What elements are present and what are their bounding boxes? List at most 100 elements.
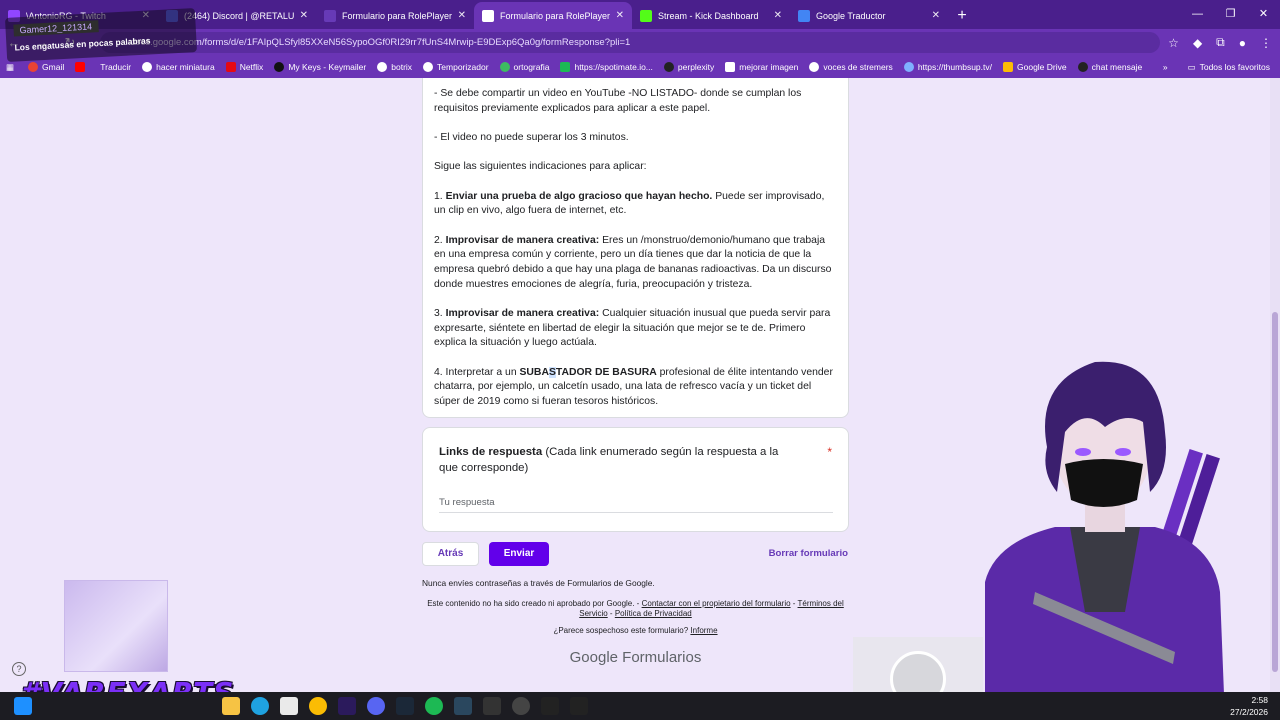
item-number: 1. bbox=[434, 190, 443, 202]
close-tab-icon[interactable]: ✕ bbox=[300, 10, 308, 21]
bookmark-label: https://thumbsup.tv/ bbox=[917, 62, 992, 72]
menu-icon[interactable]: ⋮ bbox=[1260, 36, 1272, 50]
apps-grid-icon[interactable]: ▦ bbox=[6, 62, 14, 73]
scrollbar-thumb[interactable] bbox=[1272, 312, 1278, 672]
page-scrollbar[interactable] bbox=[1270, 78, 1280, 692]
app-icon[interactable] bbox=[541, 697, 559, 715]
submit-button[interactable]: Enviar bbox=[489, 542, 549, 566]
tab-title: Formulario para RolePlayers EU bbox=[342, 10, 452, 21]
face-mask bbox=[1065, 459, 1143, 507]
clear-form-button[interactable]: Borrar formulario bbox=[748, 542, 848, 566]
spotify-icon[interactable] bbox=[425, 697, 443, 715]
back-button[interactable]: Atrás bbox=[422, 542, 479, 566]
bookmark-star-icon[interactable]: ☆ bbox=[1168, 36, 1179, 50]
bookmark-perplexity[interactable]: perplexity bbox=[663, 62, 715, 72]
edge-icon[interactable] bbox=[251, 697, 269, 715]
legal-disclaimer: Este contenido no ha sido creado ni apro… bbox=[427, 599, 844, 618]
windows-start-icon[interactable] bbox=[14, 697, 32, 715]
bookmark-label: https://spotimate.io... bbox=[574, 62, 653, 72]
app-icon[interactable] bbox=[570, 697, 588, 715]
forms-icon bbox=[324, 9, 336, 22]
bookmark-temporizador[interactable]: Temporizador bbox=[423, 62, 489, 72]
extension-icon[interactable]: ◆ bbox=[1193, 36, 1202, 50]
help-icon[interactable]: ? bbox=[12, 662, 26, 676]
bookmark-label: perplexity bbox=[677, 62, 715, 72]
vtuber-avatar bbox=[985, 361, 1225, 720]
question-label: Links de respuesta (Cada link enumerado … bbox=[439, 444, 799, 476]
premiere-icon[interactable] bbox=[338, 697, 356, 715]
forms-wordmark: Formularios bbox=[622, 649, 702, 666]
privacy-link[interactable]: Política de Privacidad bbox=[615, 609, 692, 618]
profile-icon[interactable]: ● bbox=[1239, 36, 1246, 50]
new-tab-button[interactable]: + bbox=[948, 2, 976, 29]
bookmark-label: ortografia bbox=[513, 62, 550, 72]
required-asterisk: * bbox=[827, 445, 832, 459]
contact-owner-link[interactable]: Contactar con el propietario del formula… bbox=[642, 599, 791, 608]
bookmark-ortografia[interactable]: ortografia bbox=[499, 62, 550, 72]
store-icon[interactable] bbox=[280, 697, 298, 715]
report-link[interactable]: Informe bbox=[690, 626, 717, 635]
close-window-icon[interactable]: ✕ bbox=[1247, 0, 1280, 29]
tab-title: (2464) Discord | @RETALURGIC bbox=[184, 10, 294, 21]
clock-date: 27/2/2026 bbox=[1230, 707, 1268, 717]
chrome-icon[interactable] bbox=[309, 697, 327, 715]
bookmark-label: Gmail bbox=[42, 62, 65, 72]
tab-form-2-active[interactable]: Formulario para RolePlayers EU ✕ bbox=[474, 2, 632, 29]
app-icon[interactable] bbox=[483, 697, 501, 715]
os-taskbar: 2:58 27/2/2026 bbox=[0, 692, 1280, 720]
restore-icon[interactable]: ❐ bbox=[1214, 0, 1247, 29]
system-clock[interactable]: 2:58 27/2/2026 bbox=[1230, 694, 1268, 718]
close-tab-icon[interactable]: ✕ bbox=[932, 10, 940, 21]
item-title-part: SUBA bbox=[519, 366, 549, 378]
close-tab-icon[interactable]: ✕ bbox=[458, 10, 466, 21]
bookmark-chat-mensaje[interactable]: chat mensaje bbox=[1077, 62, 1143, 72]
forms-icon bbox=[482, 9, 494, 22]
bookmark-keymailer[interactable]: My Keys - Keymailer bbox=[274, 62, 366, 72]
password-warning: Nunca envíes contraseñas a través de For… bbox=[422, 578, 655, 588]
bookmark-traducir[interactable]: Traducir bbox=[100, 62, 131, 72]
report-line: ¿Parece sospechoso este formulario? Info… bbox=[422, 626, 849, 635]
google-forms-logo[interactable]: Google Formularios bbox=[422, 649, 849, 666]
address-bar[interactable]: docs.google.com/forms/d/e/1FAIpQLSfyl85X… bbox=[100, 32, 1160, 53]
bookmark-miniatura[interactable]: hacer miniatura bbox=[142, 62, 215, 72]
close-tab-icon[interactable]: ✕ bbox=[774, 10, 782, 21]
all-bookmarks[interactable]: » ▭ Todos los favoritos bbox=[1163, 56, 1270, 78]
bookmark-botrix[interactable]: botrix bbox=[377, 62, 412, 72]
tab-kick[interactable]: Stream - Kick Dashboard ✕ bbox=[632, 2, 790, 29]
instruction-1: 1. Enviar una prueba de algo gracioso qu… bbox=[434, 190, 837, 219]
bookmark-voces[interactable]: voces de stremers bbox=[809, 62, 893, 72]
bookmark-netflix[interactable]: Netflix bbox=[225, 62, 263, 72]
discord-taskbar-icon[interactable] bbox=[367, 697, 385, 715]
left-eye bbox=[1075, 448, 1091, 456]
item-number: 3. bbox=[434, 308, 443, 319]
window-controls: — ❐ ✕ bbox=[1181, 0, 1280, 29]
bookmark-label: My Keys - Keymailer bbox=[288, 62, 367, 72]
bookmark-label: chat mensaje bbox=[1091, 62, 1143, 72]
close-tab-icon[interactable]: ✕ bbox=[616, 10, 624, 21]
tab-translate[interactable]: Google Traductor ✕ bbox=[790, 2, 948, 29]
bookmark-thumbsup[interactable]: https://thumbsup.tv/ bbox=[903, 62, 992, 72]
extensions-puzzle-icon[interactable]: ⧉ bbox=[1216, 35, 1225, 50]
form-description-card: - Se debe compartir un video en YouTube … bbox=[422, 78, 849, 418]
bookmark-label: Traducir bbox=[100, 62, 132, 72]
bookmark-gmail[interactable]: Gmail bbox=[28, 62, 64, 72]
bookmark-youtube[interactable] bbox=[75, 62, 89, 72]
file-explorer-icon[interactable] bbox=[222, 697, 240, 715]
steam-icon[interactable] bbox=[396, 697, 414, 715]
chat-message: Los engatusas en pocas palabras bbox=[14, 35, 151, 53]
steam-alt-icon[interactable] bbox=[454, 697, 472, 715]
question-card-links: Links de respuesta (Cada link enumerado … bbox=[422, 427, 849, 532]
tab-form-1[interactable]: Formulario para RolePlayers EU ✕ bbox=[316, 2, 474, 29]
obs-icon[interactable] bbox=[512, 697, 530, 715]
bookmark-mejorar-imagen[interactable]: mejorar imagen bbox=[725, 62, 798, 72]
bookmark-google-drive[interactable]: Google Drive bbox=[1003, 62, 1067, 72]
answer-input[interactable]: Tu respuesta bbox=[439, 497, 833, 513]
minimize-icon[interactable]: — bbox=[1181, 0, 1214, 29]
tab-title: Google Traductor bbox=[816, 10, 886, 21]
bookmark-spotimate[interactable]: https://spotimate.io... bbox=[560, 62, 653, 72]
all-bookmarks-label: Todos los favoritos bbox=[1199, 62, 1270, 72]
item-title: SUBASTADOR DE BASURA bbox=[519, 366, 657, 378]
chevron-right-icon[interactable]: » bbox=[1163, 62, 1168, 72]
suspicious-text: ¿Parece sospechoso este formulario? bbox=[553, 626, 689, 635]
item-title-part: TADOR DE BASURA bbox=[555, 366, 657, 378]
